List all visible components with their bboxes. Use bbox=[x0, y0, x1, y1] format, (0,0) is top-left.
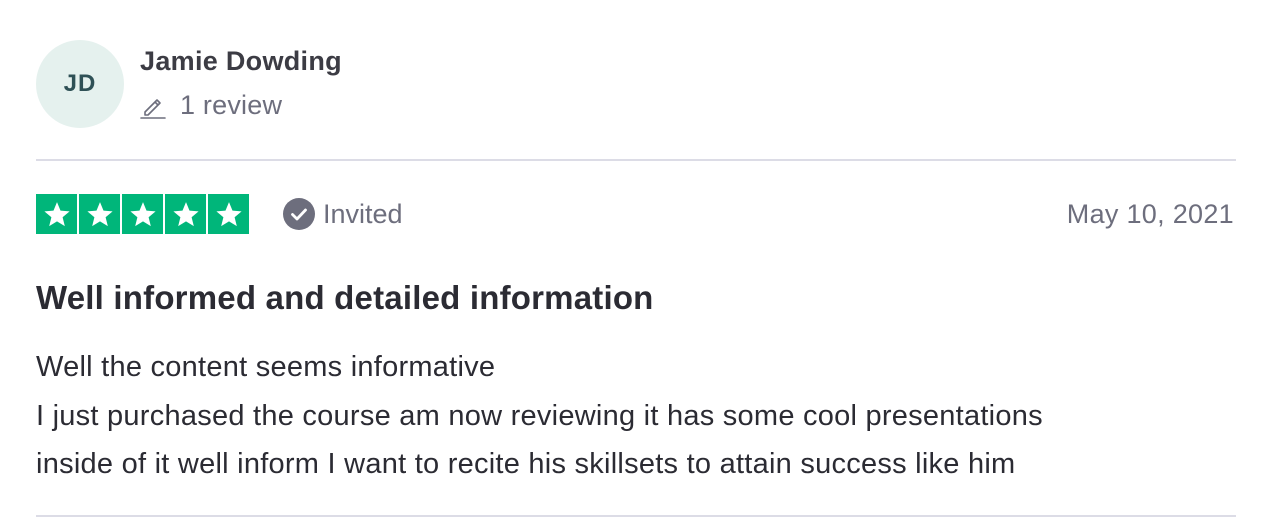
review-body: Well the content seems informative I jus… bbox=[36, 343, 1236, 489]
reviewer-name[interactable]: Jamie Dowding bbox=[140, 44, 342, 78]
star-icon bbox=[165, 194, 206, 234]
check-circle-icon bbox=[283, 198, 315, 230]
review-body-line: I just purchased the course am now revie… bbox=[36, 399, 1043, 432]
review-count: 1 review bbox=[180, 90, 283, 120]
review-body-line: Well the content seems informative bbox=[36, 351, 496, 383]
invited-label: Invited bbox=[323, 198, 403, 229]
divider bbox=[36, 515, 1236, 517]
review-card: JD Jamie Dowding 1 review Invited May 10… bbox=[0, 0, 1276, 528]
avatar[interactable]: JD bbox=[36, 40, 124, 128]
reviewer-info: Jamie Dowding 1 review bbox=[140, 40, 342, 121]
invited-badge[interactable]: Invited bbox=[283, 198, 403, 230]
star-icon bbox=[79, 194, 120, 234]
review-date: May 10, 2021 bbox=[1066, 198, 1234, 229]
review-count-row: 1 review bbox=[140, 90, 342, 121]
divider bbox=[36, 159, 1236, 161]
star-icon bbox=[208, 194, 249, 234]
pencil-icon bbox=[140, 98, 166, 119]
reviewer-header: JD Jamie Dowding 1 review bbox=[36, 40, 342, 128]
rating-row: Invited May 10, 2021 bbox=[36, 194, 1236, 234]
star-icon bbox=[36, 194, 77, 234]
review-title[interactable]: Well informed and detailed information bbox=[36, 276, 654, 320]
star-icon bbox=[122, 194, 163, 234]
star-rating bbox=[36, 194, 249, 234]
review-body-line: inside of it well inform I want to recit… bbox=[36, 448, 1016, 480]
